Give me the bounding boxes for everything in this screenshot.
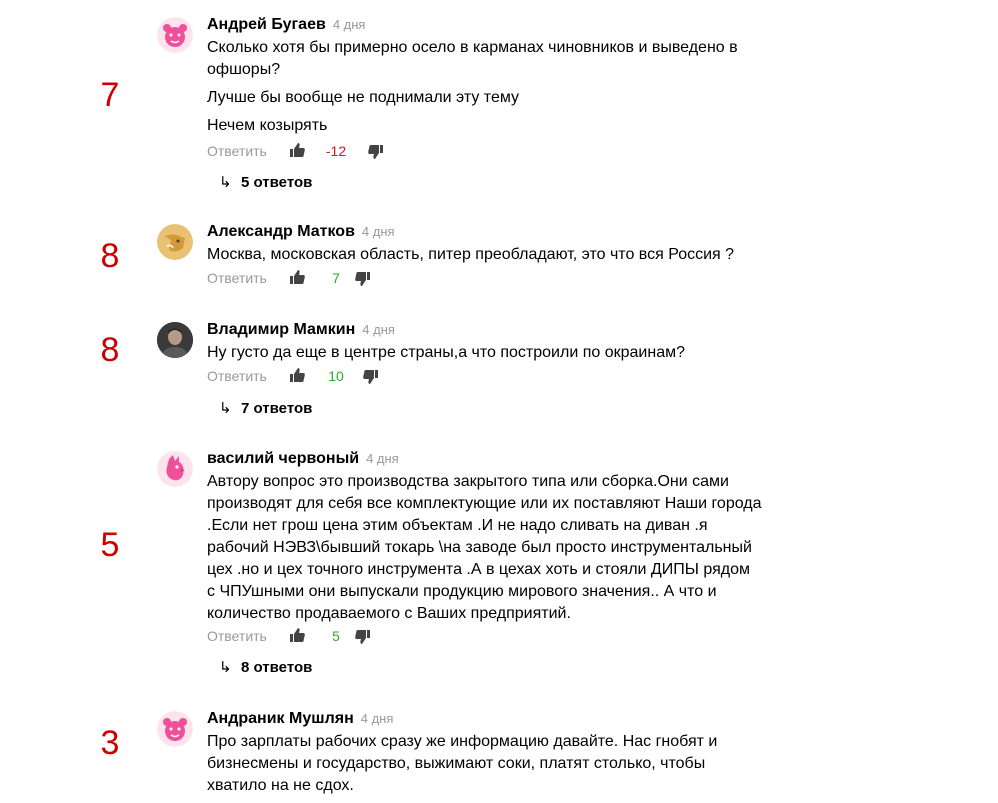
avatar[interactable] xyxy=(157,711,193,747)
comment: 7 Андрей Бугаев 4 дня Сколько хотя бы при… xyxy=(0,16,998,196)
replies-toggle[interactable]: ↳ 8 ответов xyxy=(219,658,312,676)
avatar[interactable] xyxy=(157,17,193,53)
thumbs-down-icon[interactable] xyxy=(363,369,379,385)
comment: 3 Андраник Мушлян 4 дня Про зарплаты рабо… xyxy=(0,710,998,795)
comment-line: Нечем козырять xyxy=(207,117,328,134)
score-annotation: 3 xyxy=(100,724,120,762)
golden-fox-icon xyxy=(157,224,193,260)
score-annotation: 7 xyxy=(100,76,120,114)
comment-text: Ну густо да еще в центре страны,а что по… xyxy=(207,342,767,370)
timestamp: 4 дня xyxy=(332,17,366,32)
comment: 8 Владимир Мамкин 4 дня Ну густо да еще в… xyxy=(0,321,998,431)
comment-header: Владимир Мамкин 4 дня xyxy=(207,321,395,339)
reply-arrow-icon: ↳ xyxy=(219,400,232,417)
reply-arrow-icon: ↳ xyxy=(219,659,232,676)
replies-count: 5 ответов xyxy=(241,174,313,191)
avatar[interactable] xyxy=(157,224,193,260)
pink-bird-icon xyxy=(157,451,193,487)
avatar[interactable] xyxy=(157,451,193,487)
comment: 8 Александр Матков 4 дня Москва, московск… xyxy=(0,223,998,293)
comment-actions: Ответить -12 xyxy=(207,143,383,163)
pink-bear-icon xyxy=(157,711,193,747)
comment: 5 василий червоный 4 дня Автору вопрос эт… xyxy=(0,450,998,680)
comment-line: Про зарплаты рабочих сразу же информацию… xyxy=(207,733,718,794)
rating-value: 10 xyxy=(328,368,344,384)
timestamp: 4 дня xyxy=(360,711,394,726)
comment-actions: Ответить 5 xyxy=(207,628,370,648)
reply-button[interactable]: Ответить xyxy=(207,628,267,644)
comment-header: Александр Матков 4 дня xyxy=(207,223,395,241)
thumbs-down-icon[interactable] xyxy=(355,271,371,287)
comment-text: Про зарплаты рабочих сразу же информацию… xyxy=(207,731,737,803)
reply-button[interactable]: Ответить xyxy=(207,270,267,286)
thumbs-up-icon[interactable] xyxy=(289,142,305,158)
comment-line: Москва, московская область, питер преобл… xyxy=(207,246,735,263)
replies-toggle[interactable]: ↳ 5 ответов xyxy=(219,173,312,191)
avatar[interactable] xyxy=(157,322,193,358)
comment-text: Сколько хотя бы примерно осело в кармана… xyxy=(207,37,767,143)
score-annotation: 5 xyxy=(100,526,120,564)
replies-toggle[interactable]: ↳ 7 ответов xyxy=(219,399,312,417)
comment-line: Сколько хотя бы примерно осело в кармана… xyxy=(207,39,738,78)
user-photo xyxy=(157,322,193,358)
author-name[interactable]: Александр Матков xyxy=(207,223,355,240)
thumbs-up-icon[interactable] xyxy=(289,367,305,383)
rating-value: 7 xyxy=(332,270,340,286)
comment-text: Москва, московская область, питер преобл… xyxy=(207,244,767,272)
comment-actions: Ответить 10 xyxy=(207,368,378,388)
timestamp: 4 дня xyxy=(362,322,395,337)
comment-header: Андраник Мушлян 4 дня xyxy=(207,710,393,728)
replies-count: 7 ответов xyxy=(241,400,313,417)
author-name[interactable]: Андраник Мушлян xyxy=(207,710,354,727)
timestamp: 4 дня xyxy=(366,451,399,466)
score-annotation: 8 xyxy=(100,331,120,369)
comment-header: Андрей Бугаев 4 дня xyxy=(207,16,365,34)
thumbs-up-icon[interactable] xyxy=(289,627,305,643)
thumbs-down-icon[interactable] xyxy=(355,629,371,645)
reply-arrow-icon: ↳ xyxy=(219,174,232,191)
score-annotation: 8 xyxy=(100,237,120,275)
reply-button[interactable]: Ответить xyxy=(207,143,267,159)
author-name[interactable]: Андрей Бугаев xyxy=(207,16,326,33)
comment-line: Ну густо да еще в центре страны,а что по… xyxy=(207,344,685,361)
comment-text: Автору вопрос это производства закрытого… xyxy=(207,471,762,631)
rating-value: -12 xyxy=(325,143,347,159)
thumbs-down-icon[interactable] xyxy=(368,144,384,160)
reply-button[interactable]: Ответить xyxy=(207,368,267,384)
comment-header: василий червоный 4 дня xyxy=(207,450,399,468)
timestamp: 4 дня xyxy=(361,224,395,239)
thumbs-up-icon[interactable] xyxy=(289,269,305,285)
rating-value: 5 xyxy=(332,628,340,644)
author-name[interactable]: Владимир Мамкин xyxy=(207,321,355,338)
comment-line: Автору вопрос это производства закрытого… xyxy=(207,473,762,622)
pink-bear-icon xyxy=(157,17,193,53)
replies-count: 8 ответов xyxy=(241,659,313,676)
comment-line: Лучше бы вообще не поднимали эту тему xyxy=(207,89,520,106)
comment-actions: Ответить 7 xyxy=(207,270,370,290)
author-name[interactable]: василий червоный xyxy=(207,450,359,467)
